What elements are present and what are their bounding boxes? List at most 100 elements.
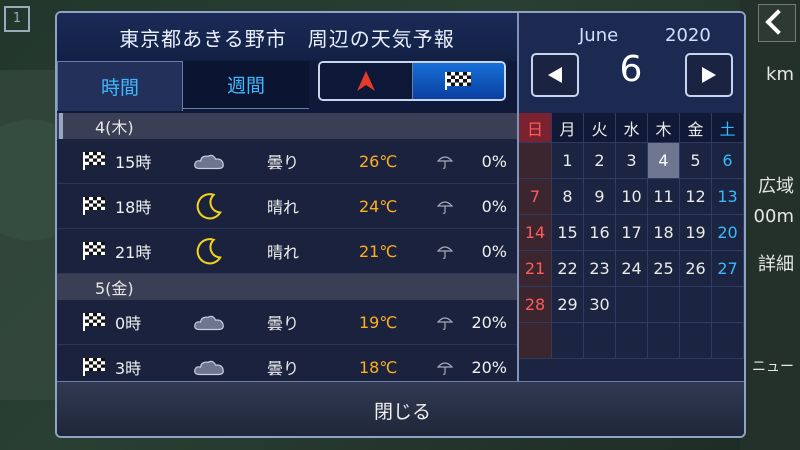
calendar-empty-cell: [680, 323, 712, 359]
checkered-flag-icon: [83, 139, 105, 183]
current-location-option[interactable]: [320, 63, 413, 99]
weekday-label: 日: [519, 113, 552, 143]
calendar-day[interactable]: 27: [712, 251, 744, 287]
calendar-day[interactable]: 6: [712, 143, 744, 179]
map-layer-icon[interactable]: 1: [4, 6, 30, 32]
calendar-day[interactable]: 23: [584, 251, 616, 287]
calendar-day[interactable]: 2: [584, 143, 616, 179]
detail-label[interactable]: 詳細: [758, 250, 794, 276]
weekday-label: 土: [712, 113, 744, 143]
forecast-condition: 曇り: [267, 359, 300, 378]
calendar-day[interactable]: 3: [616, 143, 648, 179]
forecast-temperature: 24℃: [359, 196, 398, 216]
calendar-empty-cell: [712, 287, 744, 323]
weekday-label: 木: [648, 113, 680, 143]
calendar-year: 2020: [665, 25, 711, 46]
calendar-day[interactable]: 13: [712, 179, 744, 215]
forecast-row[interactable]: 18時 晴れ 24℃ 0%: [57, 184, 517, 229]
hourly-forecast-list[interactable]: 4(木) 15時 曇り 26℃ 0% 18時 晴れ 24℃ 0% 21時 晴れ …: [57, 113, 517, 381]
forecast-temperature: 18℃: [359, 357, 398, 377]
checkered-flag-icon: [83, 184, 105, 228]
forecast-temperature: 26℃: [359, 151, 398, 171]
calendar-day[interactable]: 25: [648, 251, 680, 287]
calendar-day[interactable]: 22: [552, 251, 584, 287]
forecast-rain-chance: 0%: [481, 151, 507, 171]
menu-label[interactable]: ニュー: [752, 356, 794, 376]
scale-label: 00m: [753, 206, 794, 227]
weekday-label: 火: [584, 113, 616, 143]
triangle-right-icon: [702, 67, 716, 83]
prev-day-button[interactable]: [531, 53, 579, 97]
calendar-day[interactable]: 15: [552, 215, 584, 251]
location-toggle[interactable]: [318, 61, 506, 101]
tab-weekly[interactable]: 週間: [183, 61, 309, 109]
calendar-day[interactable]: 7: [519, 179, 552, 215]
calendar-week-row: 123456: [519, 143, 744, 179]
calendar-empty-cell: [616, 323, 648, 359]
calendar-header: June 2020 6: [519, 13, 744, 113]
forecast-row[interactable]: 3時 曇り 18℃ 20%: [57, 345, 517, 381]
forecast-hour: 0時: [115, 314, 142, 333]
forecast-row[interactable]: 21時 晴れ 21℃ 0%: [57, 229, 517, 274]
calendar-day[interactable]: 16: [584, 215, 616, 251]
calendar-day[interactable]: 26: [680, 251, 712, 287]
cloud-icon: [189, 139, 229, 183]
umbrella-icon: [437, 345, 457, 381]
forecast-row[interactable]: 15時 曇り 26℃ 0%: [57, 139, 517, 184]
calendar-day[interactable]: 28: [519, 287, 552, 323]
umbrella-icon: [437, 300, 457, 344]
calendar-day[interactable]: 17: [616, 215, 648, 251]
umbrella-icon: [437, 229, 457, 273]
calendar-day[interactable]: 21: [519, 251, 552, 287]
north-arrow-icon[interactable]: [758, 4, 796, 42]
calendar-day[interactable]: 14: [519, 215, 552, 251]
next-day-button[interactable]: [685, 53, 733, 97]
forecast-condition: 曇り: [267, 314, 300, 333]
weekday-label: 金: [680, 113, 712, 143]
forecast-row[interactable]: 0時 曇り 19℃ 20%: [57, 300, 517, 345]
calendar-day[interactable]: 18: [648, 215, 680, 251]
forecast-hour: 21時: [115, 243, 152, 262]
close-button[interactable]: 閉じる: [57, 381, 744, 436]
calendar-day[interactable]: 30: [584, 287, 616, 323]
selected-day: 6: [619, 49, 643, 90]
calendar-grid: 日月火水木金土 1 2 3 4 5 6 7 8 9 10 11 12 13 14 15 16 17 18 19 20 21…: [519, 113, 744, 359]
calendar-day[interactable]: 10: [616, 179, 648, 215]
calendar-week-row: 21 22 23 24 25 26 27: [519, 251, 744, 287]
calendar-day[interactable]: 1: [552, 143, 584, 179]
map-right-panel: km 広域 00m 詳細 ニュー: [740, 0, 800, 450]
calendar-day[interactable]: 11: [648, 179, 680, 215]
forecast-temperature: 19℃: [359, 312, 398, 332]
moon-icon: [189, 184, 229, 228]
calendar-week-row: [519, 323, 744, 359]
calendar-day[interactable]: 20: [712, 215, 744, 251]
calendar-day[interactable]: 9: [584, 179, 616, 215]
moon-icon: [189, 229, 229, 273]
scale-unit-label: km: [766, 64, 794, 85]
calendar-week-row: 14 15 16 17 18 19 20: [519, 215, 744, 251]
calendar-day[interactable]: 8: [552, 179, 584, 215]
calendar-day[interactable]: 12: [680, 179, 712, 215]
tab-bar: 時間 週間: [57, 61, 517, 121]
calendar-day[interactable]: 19: [680, 215, 712, 251]
calendar-day[interactable]: 5: [680, 143, 712, 179]
checkered-flag-icon: [83, 300, 105, 344]
cloud-icon: [189, 300, 229, 344]
calendar-day[interactable]: 4: [648, 143, 680, 179]
weekday-label: 水: [616, 113, 648, 143]
tab-hourly[interactable]: 時間: [57, 61, 183, 111]
wide-area-label[interactable]: 広域: [758, 172, 794, 198]
checkered-flag-icon: [83, 229, 105, 273]
forecast-hour: 15時: [115, 153, 152, 172]
day-header: 5(金): [57, 274, 517, 300]
destination-option[interactable]: [412, 63, 504, 99]
calendar-empty-cell: [552, 323, 584, 359]
forecast-condition: 晴れ: [267, 243, 300, 262]
direction-arrow-icon: [356, 71, 375, 91]
forecast-temperature: 21℃: [359, 241, 398, 261]
calendar-empty-cell: [712, 323, 744, 359]
forecast-condition: 曇り: [267, 153, 300, 172]
calendar-day[interactable]: 29: [552, 287, 584, 323]
forecast-hour: 3時: [115, 359, 142, 378]
calendar-day[interactable]: 24: [616, 251, 648, 287]
